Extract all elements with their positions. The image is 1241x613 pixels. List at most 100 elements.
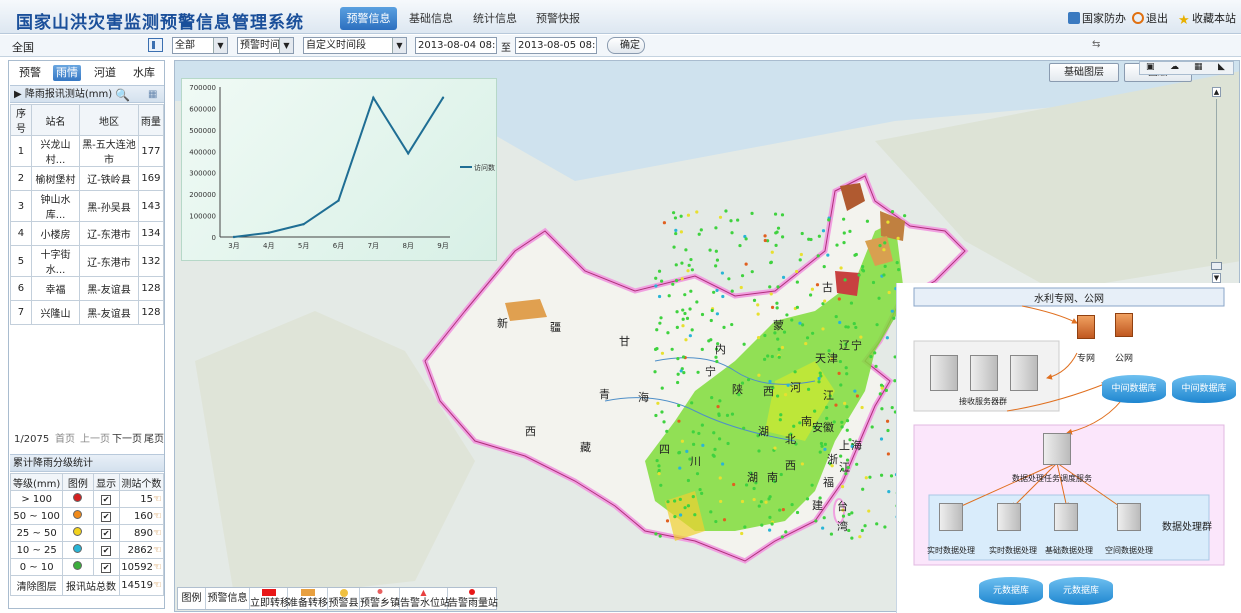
lp-tab-rain[interactable]: 雨情 — [53, 65, 81, 81]
time-type-select[interactable]: 预警时间 ▼ — [237, 37, 294, 54]
station-dot — [657, 464, 661, 468]
zoom-box-icon[interactable]: ▣ — [1146, 62, 1155, 72]
station-dot — [783, 393, 788, 397]
station-dot — [660, 386, 664, 390]
first-page-link[interactable]: 首页 — [55, 431, 75, 449]
tab-stats[interactable]: 统计信息 — [468, 7, 522, 30]
legend-warning-info[interactable]: 预警信息 — [206, 588, 250, 609]
logout-link[interactable]: 退出 — [1132, 10, 1168, 26]
to-label: 至 — [501, 43, 511, 54]
grid-icon[interactable]: ▦ — [148, 86, 157, 103]
pan-icon[interactable]: ☁ — [1170, 62, 1179, 72]
show-checkbox[interactable]: ✔ — [101, 494, 112, 505]
station-dot — [679, 214, 683, 218]
filter-select[interactable]: 全部 ▼ — [172, 37, 228, 54]
station-dot — [838, 320, 842, 325]
station-dot — [729, 219, 733, 223]
legend-prepare-evacuate[interactable]: 准备转移 — [288, 588, 328, 609]
data-point — [302, 222, 305, 226]
station-dot — [837, 371, 841, 375]
station-dot — [800, 231, 804, 236]
y-tick-label: 300000 — [189, 170, 216, 178]
table-row[interactable]: 2 榆树堡村 辽-铁岭县 169 — [10, 166, 165, 191]
station-dot — [695, 300, 699, 304]
station-dot — [763, 333, 767, 338]
measure-icon[interactable]: ◣ — [1218, 62, 1225, 72]
legend-water-station[interactable]: ▲ 告警水位站 — [400, 588, 450, 609]
station-dot — [769, 292, 773, 296]
favorite-link[interactable]: ★ 收藏本站 — [1178, 10, 1236, 27]
station-dot — [844, 325, 848, 329]
tab-basic[interactable]: 基础信息 — [404, 7, 458, 30]
last-page-link[interactable]: 尾页 — [144, 431, 164, 449]
rain-section-header[interactable]: ▶ 降雨报讯测站(mm) 🔍 ▦ — [10, 85, 164, 103]
station-dot — [817, 380, 821, 384]
legend-rain-station[interactable]: 告警雨量站 — [448, 588, 498, 609]
arrow-icon: ⇆ — [1092, 39, 1101, 50]
station-dot — [768, 528, 772, 532]
show-checkbox[interactable]: ✔ — [101, 528, 112, 539]
lp-tab-warning[interactable]: 预警 — [15, 65, 45, 81]
table-row[interactable]: 5 十字街水... 辽-东港市 132 — [10, 245, 165, 277]
station-dot — [674, 278, 679, 283]
station-dot — [770, 305, 775, 309]
grid-icon[interactable]: ▦ — [1194, 62, 1203, 72]
station-dot — [814, 519, 818, 523]
x-tick-label: 7月 — [368, 242, 379, 250]
x-tick-label: 5月 — [298, 242, 309, 250]
tab-warning[interactable]: 预警信息 — [340, 7, 397, 30]
layout-icon[interactable] — [148, 38, 163, 52]
confirm-button[interactable]: 确定 — [607, 37, 645, 54]
legend-title[interactable]: 图例 — [178, 588, 206, 609]
station-dot — [732, 482, 736, 487]
tab-bulletin[interactable]: 预警快报 — [531, 7, 585, 30]
legend-warning-county[interactable]: 预警县 — [328, 588, 360, 609]
station-dot — [720, 462, 725, 466]
col-no: 序号 — [10, 104, 32, 136]
lp-tab-reservoir[interactable]: 水库 — [129, 65, 159, 81]
end-time-input[interactable]: 2013-08-05 08:00 — [515, 37, 597, 54]
flood-office-link[interactable]: 国家防办 — [1068, 10, 1126, 26]
search-icon[interactable]: 🔍 — [115, 87, 130, 104]
station-dot — [817, 376, 821, 381]
next-page-link[interactable]: 下一页 — [112, 431, 142, 449]
station-dot — [750, 270, 754, 274]
legend-warning-town[interactable]: 预警乡镇 — [360, 588, 400, 609]
start-time-input[interactable]: 2013-08-04 08:00 — [415, 37, 497, 54]
table-row[interactable]: 6 幸福 黑-友谊县 128 — [10, 276, 165, 301]
legend-dot — [73, 493, 83, 502]
zoom-slider[interactable]: ▲ ▼ — [1209, 87, 1223, 283]
pointer-icon[interactable]: ☜ — [153, 545, 162, 556]
station-dot — [776, 337, 780, 341]
base-layer-button[interactable]: 基础图层 — [1049, 63, 1119, 82]
table-row[interactable]: 7 兴隆山 黑-友谊县 128 — [10, 300, 165, 325]
station-dot — [874, 364, 878, 368]
legend-evacuate-now[interactable]: 立即转移 — [250, 588, 290, 609]
lp-tab-river[interactable]: 河道 — [90, 65, 120, 81]
zoom-in-icon[interactable]: ▲ — [1212, 87, 1221, 97]
show-checkbox[interactable]: ✔ — [101, 562, 112, 573]
station-dot — [658, 321, 662, 325]
time-range-select[interactable]: 自定义时间段 ▼ — [303, 37, 407, 54]
pointer-icon[interactable]: ☜ — [153, 562, 162, 573]
clear-layer-button[interactable]: 清除图层 — [9, 575, 64, 596]
chart-panel: 0 100000 200000 300000 400000 500000 600000 700… — [181, 78, 497, 261]
pointer-icon[interactable]: ☜ — [153, 494, 162, 505]
slider-handle[interactable] — [1211, 262, 1222, 270]
pointer-icon[interactable]: ☜ — [153, 580, 162, 591]
show-checkbox[interactable]: ✔ — [101, 545, 112, 556]
station-dot — [878, 243, 882, 248]
table-row[interactable]: 3 钟山水库... 黑-孙吴县 143 — [10, 190, 165, 222]
pointer-icon[interactable]: ☜ — [153, 528, 162, 539]
station-dot — [861, 487, 865, 491]
table-row[interactable]: 1 兴龙山村... 黑-五大连池市 177 — [10, 135, 165, 167]
pointer-icon[interactable]: ☜ — [153, 511, 162, 522]
show-checkbox[interactable]: ✔ — [101, 511, 112, 522]
zoom-out-icon[interactable]: ▼ — [1212, 273, 1221, 283]
prev-page-link[interactable]: 上一页 — [80, 431, 110, 449]
station-dot — [838, 359, 842, 364]
x-tick-label: 4月 — [263, 242, 274, 250]
table-row[interactable]: 4 小楼房 辽-东港市 134 — [10, 221, 165, 246]
station-dot — [795, 305, 799, 309]
swatch — [339, 589, 348, 597]
